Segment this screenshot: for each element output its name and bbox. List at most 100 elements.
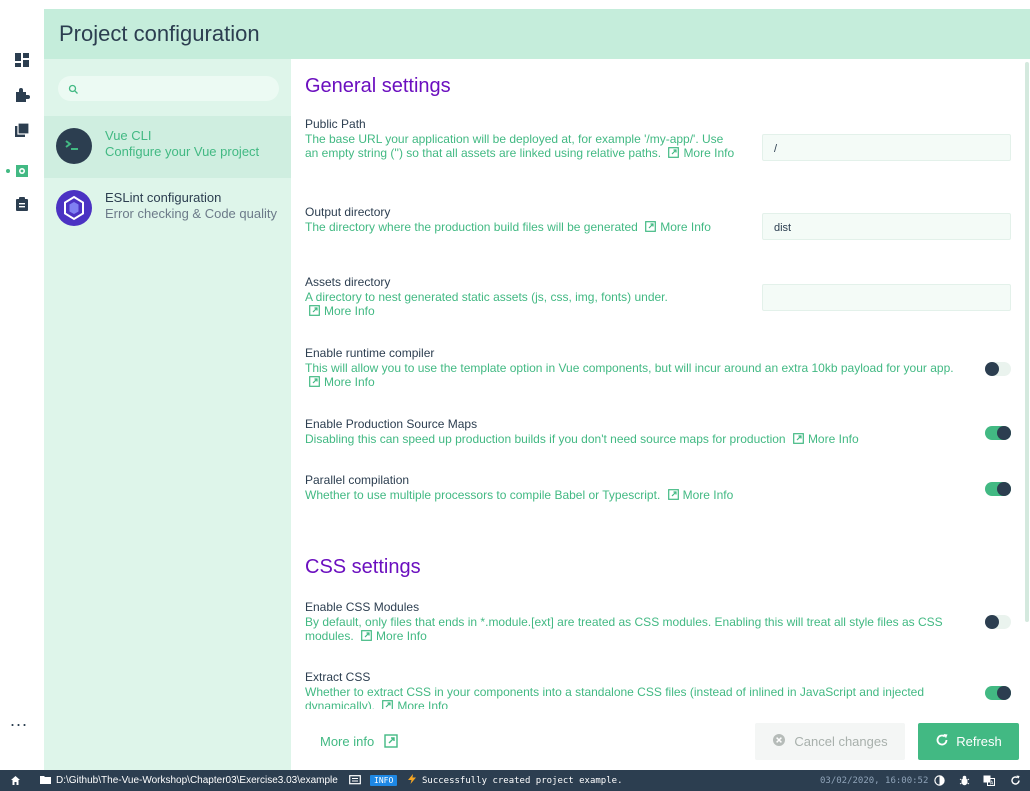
setting-assets-directory: Assets directory A directory to nest gen… (305, 275, 735, 319)
config-item-eslint[interactable]: ESLint configuration Error checking & Co… (44, 178, 291, 240)
setting-parallel-compilation: Parallel compilation Whether to use mult… (305, 473, 965, 503)
cancel-changes-button[interactable]: Cancel changes (755, 723, 905, 760)
setting-output-directory: Output directory The directory where the… (305, 205, 735, 235)
config-item-name: ESLint configuration (105, 190, 222, 205)
tasks-icon[interactable] (12, 194, 32, 214)
project-path[interactable]: D:\Github\The-Vue-Workshop\Chapter03\Exe… (40, 770, 338, 791)
dark-mode-icon[interactable] (934, 770, 945, 791)
setting-label: Output directory (305, 205, 391, 219)
eslint-icon (56, 190, 92, 226)
vue-ui-window: ... Project configuration Vue CLI Config… (0, 0, 1030, 791)
toggle-knob (997, 426, 1011, 440)
toggle-knob (985, 362, 999, 376)
more-info-link[interactable]: More Info (664, 146, 734, 160)
bug-report-icon[interactable] (959, 770, 970, 791)
status-bar: D:\Github\The-Vue-Workshop\Chapter03\Exe… (0, 770, 1030, 791)
dependencies-icon[interactable] (12, 120, 32, 140)
refresh-icon (935, 733, 949, 750)
assets-directory-input[interactable] (762, 284, 1011, 311)
status-message[interactable]: Successfully created project example. (408, 770, 622, 791)
setting-extract-css: Extract CSS Whether to extract CSS in yo… (305, 670, 955, 709)
configuration-icon[interactable] (12, 161, 32, 181)
setting-description: Whether to use multiple processors to co… (305, 488, 734, 503)
setting-description: The base URL your application will be de… (305, 132, 735, 160)
setting-source-maps: Enable Production Source Maps Disabling … (305, 417, 965, 447)
flash-icon (408, 774, 416, 787)
more-info-link[interactable]: More Info (305, 304, 375, 318)
search-icon (68, 82, 79, 100)
setting-label: Enable Production Source Maps (305, 417, 478, 431)
setting-label: Public Path (305, 117, 366, 131)
public-path-input[interactable]: / (762, 134, 1011, 161)
cancel-icon (772, 733, 786, 750)
setting-description: The directory where the production build… (305, 220, 711, 234)
setting-description: By default, only files that ends in *.mo… (305, 615, 943, 643)
scrollbar[interactable] (1025, 62, 1029, 622)
vue-cli-icon (56, 128, 92, 164)
svg-text:A: A (990, 781, 994, 787)
search-input[interactable] (58, 76, 279, 101)
external-link-icon (645, 221, 657, 235)
console-icon[interactable] (349, 770, 361, 791)
runtime-compiler-toggle[interactable] (985, 362, 1011, 376)
toggle-knob (997, 482, 1011, 496)
output-directory-input[interactable]: dist (762, 213, 1011, 240)
config-item-name: Vue CLI (105, 128, 152, 143)
more-info-link[interactable]: More Info (664, 488, 733, 503)
folder-icon (40, 775, 51, 787)
source-maps-toggle[interactable] (985, 426, 1011, 440)
status-timestamp: 03/02/2020, 16:00:52 (820, 775, 929, 786)
external-link-icon (382, 700, 394, 709)
refresh-button[interactable]: Refresh (918, 723, 1019, 760)
settings-panel: General settings Public Path The base UR… (291, 59, 1030, 709)
nav-rail: ... (0, 0, 44, 770)
external-link-icon (361, 630, 372, 644)
external-link-icon (668, 147, 680, 161)
section-title-css: CSS settings (305, 556, 421, 578)
setting-label: Parallel compilation (305, 473, 410, 487)
action-bar: More info Cancel changes Refresh (291, 709, 1030, 770)
setting-description: A directory to nest generated static ass… (305, 290, 668, 318)
setting-public-path: Public Path The base URL your applicatio… (305, 117, 735, 161)
section-title-general: General settings (305, 75, 451, 97)
refresh-icon[interactable] (1010, 770, 1021, 791)
setting-description: Whether to extract CSS in your component… (305, 685, 955, 709)
more-info-link[interactable]: More Info (789, 432, 859, 446)
home-icon[interactable] (10, 770, 21, 791)
active-indicator (6, 169, 10, 173)
parallel-compilation-toggle[interactable] (985, 482, 1011, 496)
dashboard-icon[interactable] (12, 50, 32, 70)
setting-label: Assets directory (305, 275, 391, 289)
setting-runtime-compiler: Enable runtime compiler This will allow … (305, 346, 955, 390)
setting-description: Disabling this can speed up production b… (305, 432, 859, 446)
page-title: Project configuration (59, 21, 260, 46)
external-link-icon (309, 305, 320, 319)
setting-css-modules: Enable CSS Modules By default, only file… (305, 600, 955, 644)
more-info-link[interactable]: More Info (357, 629, 427, 643)
external-link-icon (793, 433, 804, 447)
setting-label: Enable runtime compiler (305, 346, 435, 360)
more-info-link[interactable]: More Info (641, 220, 711, 234)
css-modules-toggle[interactable] (985, 615, 1011, 629)
more-info-link[interactable]: More info (320, 734, 398, 751)
more-menu-button[interactable]: ... (10, 710, 28, 731)
config-sidebar: Vue CLI Configure your Vue project ESLin… (44, 59, 291, 770)
plugins-icon[interactable] (12, 85, 32, 105)
toggle-knob (985, 615, 999, 629)
more-info-link[interactable]: More Info (378, 699, 448, 709)
setting-label: Enable CSS Modules (305, 600, 420, 614)
more-info-link[interactable]: More Info (305, 375, 375, 389)
config-item-description: Configure your Vue project (105, 144, 260, 159)
external-link-icon (384, 734, 398, 751)
setting-description: This will allow you to use the template … (305, 361, 954, 389)
setting-label: Extract CSS (305, 670, 371, 684)
config-item-description: Error checking & Code quality (105, 206, 277, 221)
extract-css-toggle[interactable] (985, 686, 1011, 700)
log-level-badge: INFO (370, 770, 398, 791)
external-link-icon (667, 489, 679, 503)
page-header: Project configuration (44, 9, 1030, 59)
toggle-knob (997, 686, 1011, 700)
translate-icon[interactable]: A (983, 770, 995, 791)
config-item-vue-cli[interactable]: Vue CLI Configure your Vue project (44, 116, 291, 178)
external-link-icon (309, 376, 320, 390)
